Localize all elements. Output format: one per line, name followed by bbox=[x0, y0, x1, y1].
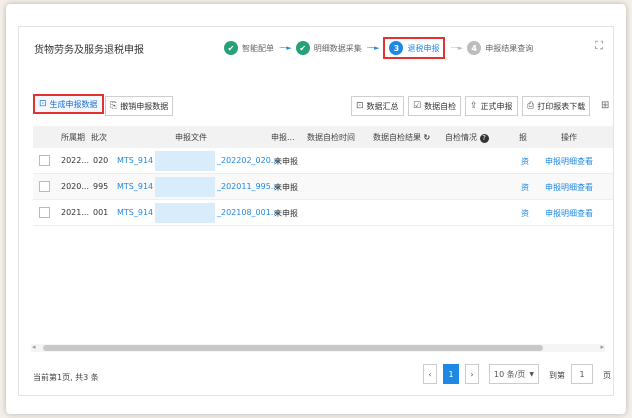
col-action: 操作 bbox=[561, 133, 577, 142]
row-checkbox[interactable] bbox=[39, 181, 50, 192]
row-checkbox[interactable] bbox=[39, 207, 50, 218]
col-batch: 批次 bbox=[91, 133, 107, 142]
file-link[interactable]: MTS_914 bbox=[117, 182, 153, 191]
chart-icon: ⊡ bbox=[39, 99, 47, 109]
record-count: 当前第1页, 共3 条 bbox=[33, 373, 99, 382]
step-number: 3 bbox=[389, 41, 404, 55]
step-detail-collect[interactable]: ✔ 明细数据采集 bbox=[295, 41, 362, 55]
file-link[interactable]: _202202_020.xr bbox=[217, 156, 281, 165]
step-label: 智能配单 bbox=[242, 43, 274, 53]
step-result-query[interactable]: 4 申报结果查询 bbox=[467, 41, 533, 55]
generate-data-button[interactable]: ⊡ 生成申报数据 bbox=[33, 94, 104, 114]
step-progress: ✔ 智能配单 ······► ✔ 明细数据采集 ······► 3 退税申报 ·… bbox=[224, 37, 533, 59]
expand-icon[interactable]: ⛶ bbox=[595, 39, 603, 53]
horizontal-scrollbar[interactable]: ◂ ▸ bbox=[31, 343, 605, 352]
arrow-icon: ······► bbox=[366, 44, 380, 52]
detail-view-link[interactable]: 申报明细查看 bbox=[545, 208, 593, 219]
column-settings-icon[interactable]: ⊞ bbox=[601, 100, 609, 111]
step-refund-declare[interactable]: 3 退税申报 bbox=[383, 37, 446, 59]
step-smart-match[interactable]: ✔ 智能配单 bbox=[224, 41, 274, 55]
file-link[interactable]: _202011_995.xr bbox=[217, 182, 281, 191]
page-title: 货物劳务及服务退税申报 bbox=[34, 45, 144, 56]
table-header: 所属期 批次 申报文件 申报... 数据自检时间 数据自检结果 ↻ 自检情况 ?… bbox=[33, 126, 613, 148]
scroll-thumb[interactable] bbox=[43, 345, 543, 351]
redaction-mask bbox=[155, 151, 215, 171]
arrow-icon: ······► bbox=[279, 44, 292, 52]
step-label: 申报结果查询 bbox=[485, 43, 534, 53]
prev-page-button[interactable]: ‹ bbox=[423, 364, 437, 384]
formal-declare-button[interactable]: ⇪ 正式申报 bbox=[465, 96, 518, 116]
file-link[interactable]: MTS_914 bbox=[117, 156, 153, 165]
scroll-right-icon[interactable]: ▸ bbox=[600, 343, 604, 351]
check-icon: ✔ bbox=[295, 41, 310, 55]
detail-view-link[interactable]: 申报明细查看 bbox=[545, 156, 593, 167]
goto-page-input[interactable]: 1 bbox=[571, 364, 593, 384]
print-download-button[interactable]: ⎙ 打印报表下载 bbox=[522, 96, 591, 116]
scroll-left-icon[interactable]: ◂ bbox=[32, 343, 36, 351]
col-report: 报 bbox=[519, 133, 527, 142]
data-summary-button[interactable]: ⊡ 数据汇总 bbox=[351, 96, 404, 116]
chevron-down-icon: ▼ bbox=[529, 370, 534, 378]
upload-icon: ⇪ bbox=[470, 101, 478, 111]
step-number: 4 bbox=[467, 41, 482, 55]
detail-view-link[interactable]: 申报明细查看 bbox=[545, 182, 593, 193]
col-status: 申报... bbox=[271, 133, 295, 142]
app-frame: 货物劳务及服务退税申报 ✔ 智能配单 ······► ✔ 明细数据采集 ····… bbox=[6, 4, 626, 414]
col-check-status: 自检情况 ? bbox=[445, 132, 489, 143]
page-1-button[interactable]: 1 bbox=[443, 364, 459, 384]
goto-label: 到第 bbox=[549, 371, 565, 380]
declare-panel: ⊡ 生成申报数据 ⎘ 撤销申报数据 ⊡ 数据汇总 ☑ 数据自检 ⇪ 正式申报 ⎙… bbox=[18, 66, 614, 396]
table-row: 2022... 020 MTS_914 _202202_020.xr 未申报 资… bbox=[33, 148, 613, 174]
chart-icon: ⊡ bbox=[356, 101, 364, 111]
revoke-icon: ⎘ bbox=[110, 101, 118, 111]
redaction-mask bbox=[155, 203, 215, 223]
table-row: 2020... 995 MTS_914 _202011_995.xr 未申报 资… bbox=[33, 174, 613, 200]
col-period: 所属期 bbox=[61, 133, 85, 142]
table-row: 2021... 001 MTS_914 _202108_001.xr 未申报 资… bbox=[33, 200, 613, 226]
page-unit-label: 页 bbox=[603, 371, 611, 380]
step-label: 退税申报 bbox=[407, 43, 440, 53]
check-icon: ✔ bbox=[224, 41, 238, 55]
help-icon[interactable]: ? bbox=[479, 134, 489, 143]
revoke-data-button[interactable]: ⎘ 撤销申报数据 bbox=[105, 96, 174, 116]
page-header: 货物劳务及服务退税申报 ✔ 智能配单 ······► ✔ 明细数据采集 ····… bbox=[18, 26, 614, 66]
col-check-time: 数据自检时间 bbox=[307, 133, 355, 142]
redaction-mask bbox=[155, 177, 215, 197]
print-icon: ⎙ bbox=[527, 101, 535, 111]
file-link[interactable]: MTS_914 bbox=[117, 208, 153, 217]
next-page-button[interactable]: › bbox=[465, 364, 479, 384]
arrow-icon: ······► bbox=[450, 44, 463, 52]
col-file: 申报文件 bbox=[175, 133, 207, 142]
data-self-check-button[interactable]: ☑ 数据自检 bbox=[408, 96, 462, 116]
refresh-icon[interactable]: ↻ bbox=[424, 133, 431, 142]
row-checkbox[interactable] bbox=[39, 155, 50, 166]
col-check-result: 数据自检结果 ↻ bbox=[373, 133, 431, 142]
step-label: 明细数据采集 bbox=[313, 43, 362, 53]
page-size-select[interactable]: 10 条/页 ▼ bbox=[489, 364, 539, 384]
file-link[interactable]: _202108_001.xr bbox=[217, 208, 281, 217]
check-doc-icon: ☑ bbox=[413, 101, 422, 111]
